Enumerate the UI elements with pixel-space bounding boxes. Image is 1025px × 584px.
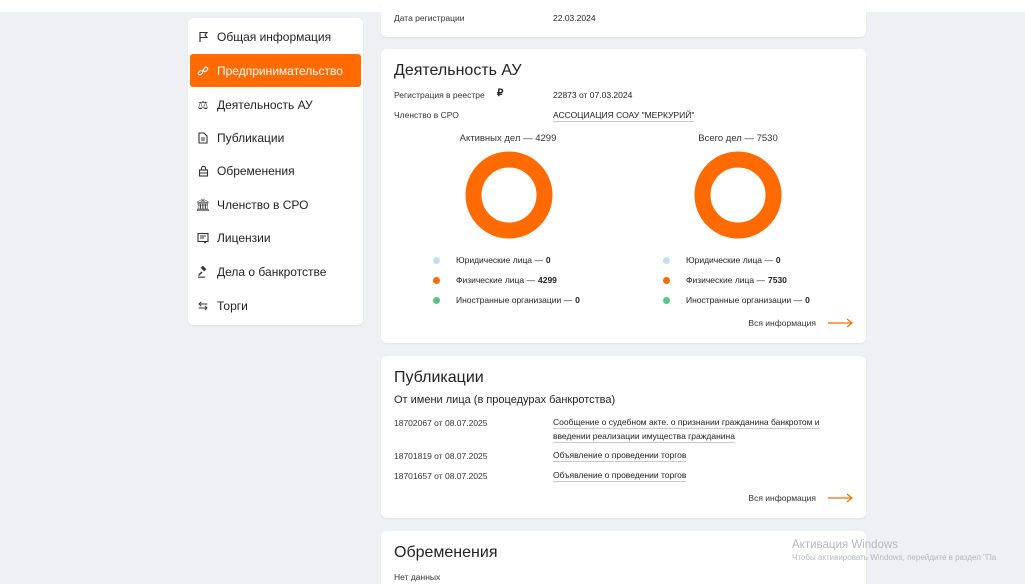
publication-link[interactable]: Объявление о проведении торгов	[553, 468, 838, 482]
lock-icon	[196, 165, 210, 177]
watermark-title: Активация Windows	[792, 539, 898, 551]
exchange-icon: ⇆	[197, 298, 209, 313]
sidebar-item-label: Предпринимательство	[217, 63, 343, 78]
legend-label: Иностранные организации —	[456, 295, 573, 305]
watermark-subtitle: Чтобы активировать Windows, перейдите в …	[792, 553, 997, 562]
publication-link-text: Сообщение о судебном акте. о признании г…	[553, 417, 820, 443]
all-info-label: Вся информация	[748, 493, 816, 503]
au-activity-card: Деятельность АУ Регистрация в реестре ₽ …	[381, 49, 866, 343]
registration-date-label: Дата регистрации	[394, 13, 465, 23]
legend-value: 0	[775, 255, 781, 265]
legend-foreign-orgs: Иностранные организации — 0	[663, 295, 810, 305]
sro-link[interactable]: АССОЦИАЦИЯ СОАУ "МЕРКУРИЙ"	[553, 110, 695, 122]
license-icon	[196, 232, 210, 244]
legend-physical-persons: Физические лица — 7530	[663, 275, 787, 285]
all-info-link[interactable]: Вся информация	[748, 318, 854, 328]
publication-link-text: Объявление о проведении торгов	[553, 450, 687, 462]
sidebar-nav: Общая информация Предпринимательство ⚖ Д…	[188, 18, 363, 325]
legend-label: Юридические лица —	[686, 255, 773, 265]
sidebar-item-auctions[interactable]: ⇆ Торги	[190, 289, 361, 322]
publication-link[interactable]: Сообщение о судебном акте. о признании г…	[553, 415, 838, 443]
legend-dot	[433, 256, 440, 264]
legend-label: Физические лица —	[456, 275, 535, 285]
bank-icon: 🏛	[195, 197, 211, 212]
publication-link[interactable]: Объявление о проведении торгов	[553, 448, 838, 462]
legend-value: 0	[805, 295, 810, 305]
sidebar-item-label: Обременения	[217, 163, 295, 178]
legend-label: Юридические лица —	[456, 255, 543, 265]
sidebar-item-label: Торги	[217, 298, 248, 313]
publications-card: Публикации От имени лица (в процедурах б…	[381, 356, 866, 518]
arrow-right-icon	[828, 318, 853, 328]
registry-value: 22873 от 07.03.2024	[553, 90, 633, 100]
link-icon	[196, 65, 210, 77]
legend-label: Физические лица —	[686, 275, 765, 285]
windows-activation-watermark: Активация Windows Чтобы активировать Win…	[792, 539, 996, 562]
active-cases-donut	[465, 151, 553, 239]
all-info-link[interactable]: Вся информация	[748, 493, 854, 503]
sidebar-item-label: Дела о банкротстве	[217, 264, 327, 279]
active-cases-title: Активных дел — 4299	[459, 133, 557, 144]
sidebar-item-bankruptcy-cases[interactable]: Дела о банкротстве	[190, 255, 361, 288]
legend-legal-entities: Юридические лица — 0	[663, 255, 781, 265]
legend-value: 0	[575, 295, 580, 305]
legend-dot	[663, 276, 670, 284]
ruble-icon: ₽	[497, 88, 504, 99]
sidebar-item-sro-membership[interactable]: 🏛 Членство в СРО	[190, 188, 361, 221]
legend-value: 0	[545, 255, 551, 265]
legend-foreign-orgs: Иностранные организации — 0	[433, 295, 580, 305]
legend-value: 4299	[537, 275, 557, 285]
publication-id: 18702067 от 08.07.2025	[394, 418, 488, 428]
sidebar-item-publications[interactable]: Публикации	[190, 121, 361, 154]
legend-dot	[663, 296, 670, 304]
publication-id: 18701657 от 08.07.2025	[394, 471, 488, 481]
legend-physical-persons: Физические лица — 4299	[433, 275, 557, 285]
sidebar-item-entrepreneurship[interactable]: Предпринимательство	[190, 54, 361, 87]
sidebar-item-label: Деятельность АУ	[217, 97, 313, 112]
publication-link-text: Объявление о проведении торгов	[553, 470, 687, 482]
sidebar-item-licenses[interactable]: Лицензии	[190, 221, 361, 254]
arrow-right-icon	[828, 493, 853, 503]
sidebar-item-label: Публикации	[217, 130, 285, 145]
registry-label: Регистрация в реестре	[394, 90, 485, 100]
section-title: Деятельность АУ	[394, 62, 522, 79]
scales-icon: ⚖	[197, 97, 209, 112]
all-info-label: Вся информация	[748, 318, 816, 328]
sidebar-item-encumbrances[interactable]: Обременения	[190, 154, 361, 187]
section-title: Публикации	[394, 369, 484, 386]
sidebar-item-label: Членство в СРО	[217, 197, 309, 212]
general-info-card: Дата регистрации 22.03.2024	[381, 0, 866, 37]
flag-icon	[196, 31, 210, 43]
no-data-text: Нет данных	[394, 572, 441, 582]
section-title: Обременения	[394, 544, 498, 561]
legend-label: Иностранные организации —	[686, 295, 803, 305]
legend-dot	[433, 276, 440, 284]
publications-subtitle: От имени лица (в процедурах банкротства)	[394, 394, 616, 406]
sro-label: Членство в СРО	[394, 110, 459, 120]
sidebar-item-label: Общая информация	[217, 29, 332, 44]
total-cases-title: Всего дел — 7530	[698, 133, 778, 144]
legend-dot	[663, 256, 670, 264]
publication-id: 18701819 от 08.07.2025	[394, 451, 488, 461]
gavel-icon	[196, 265, 210, 278]
document-icon	[196, 131, 210, 144]
physical-persons-slice	[465, 151, 553, 239]
legend-dot	[433, 296, 440, 304]
physical-persons-slice	[694, 151, 782, 239]
sidebar-item-label: Лицензии	[217, 230, 271, 245]
sidebar-item-general-info[interactable]: Общая информация	[190, 20, 361, 53]
legend-value: 7530	[767, 275, 787, 285]
total-cases-donut	[694, 151, 782, 239]
registration-date-value: 22.03.2024	[553, 13, 596, 23]
legend-legal-entities: Юридические лица — 0	[433, 255, 551, 265]
sidebar-item-au-activity[interactable]: ⚖ Деятельность АУ	[190, 88, 361, 121]
